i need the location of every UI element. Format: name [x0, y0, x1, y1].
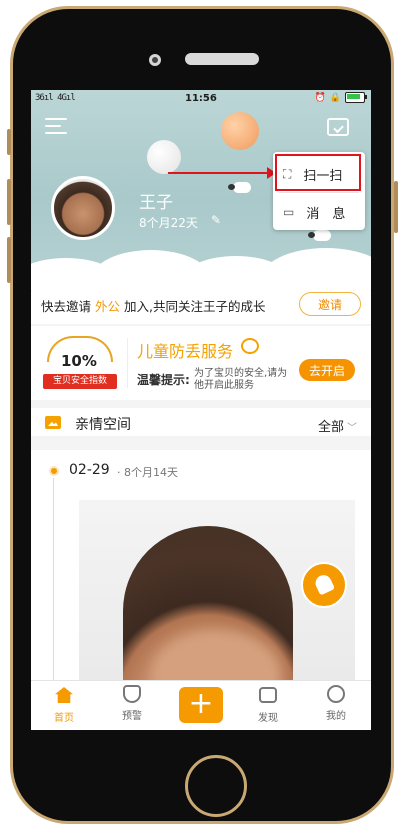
balloon-decoration [147, 140, 181, 174]
family-space-title: 亲情空间 [75, 417, 131, 433]
message-menu-item[interactable]: ▭ 消 息 [273, 194, 365, 230]
home-button[interactable] [185, 755, 247, 817]
sheep-decoration [228, 182, 251, 193]
status-bar: 36ıl 4Gıl 11:56 ⏰ 🔒 [31, 90, 371, 108]
invite-text-after: 加入,共同关注王子的成长 [120, 298, 266, 314]
invite-button[interactable]: 邀请 [299, 292, 361, 316]
filter-dropdown[interactable]: 全部 ﹀ [318, 416, 357, 435]
message-label: 消 息 [306, 206, 346, 222]
invite-text: 快去邀请 外公 加入,共同关注王子的成长 [41, 296, 265, 315]
status-icons: ⏰ 🔒 [314, 92, 367, 103]
safety-label: 宝贝安全指数 [43, 374, 117, 389]
earpiece-speaker [185, 53, 259, 65]
anti-lost-service-card: 10% 宝贝安全指数 儿童防丢服务 温馨提示: 为了宝贝的安全,请为他开启此服务… [31, 326, 371, 400]
chevron-down-icon: ﹀ [347, 423, 357, 434]
avatar[interactable] [51, 176, 115, 240]
volume-up-button [7, 179, 11, 225]
post-age: · 8个月14天 [117, 466, 178, 479]
service-title: 儿童防丢服务 [137, 342, 234, 361]
tip-label: 温馨提示: [137, 373, 190, 387]
divider [127, 338, 128, 388]
safety-percent: 10% [61, 352, 97, 370]
timeline-line [53, 478, 54, 688]
annotation-arrow [168, 167, 276, 179]
filter-label: 全部 [317, 420, 344, 435]
profile-icon [327, 685, 345, 703]
battery-icon [345, 92, 367, 103]
tab-alert-label: 预警 [122, 711, 142, 722]
message-bubble-icon: ▭ [283, 205, 295, 219]
bell-icon[interactable] [301, 562, 347, 608]
tab-me[interactable]: 我的 [309, 685, 363, 729]
family-space-header: 亲情空间 全部 ﹀ [31, 408, 371, 436]
tab-home[interactable]: 首页 [37, 685, 91, 729]
tab-home-label: 首页 [54, 713, 74, 724]
child-age: 8个月22天 [139, 216, 198, 230]
annotation-highlight-box [275, 154, 361, 191]
app-screen: 36ıl 4Gıl 11:56 ⏰ 🔒 王子 8个月22天 ✎ ⛶ 扫一扫 ▭ … [31, 90, 371, 730]
alert-icon [123, 685, 141, 703]
tip-text: 为了宝贝的安全,请为他开启此服务 [194, 368, 288, 391]
post-photo[interactable] [79, 500, 355, 680]
smile-icon [241, 338, 259, 354]
power-button [394, 181, 398, 233]
child-name: 王子 [139, 193, 173, 213]
message-icon[interactable] [327, 118, 349, 136]
balloon-decoration [221, 112, 259, 150]
tab-discover[interactable]: 发现 [241, 685, 295, 729]
alarm-icon: ⏰ [314, 92, 326, 103]
safety-index-badge: 10% 宝贝安全指数 [43, 336, 117, 394]
bottom-tab-bar: 首页 预警 + 发现 我的 [31, 680, 371, 730]
lock-icon: 🔒 [329, 92, 341, 103]
front-camera [149, 54, 161, 66]
timeline-post: 02-29 · 8个月14天 [31, 450, 371, 688]
signal-indicator: 36ıl 4Gıl [35, 93, 76, 103]
photo-album-icon [45, 416, 61, 429]
tab-discover-label: 发现 [258, 713, 278, 724]
enable-service-button[interactable]: 去开启 [299, 359, 355, 381]
invite-highlight: 外公 [94, 298, 120, 314]
popup-divider [279, 192, 359, 193]
cloud [261, 248, 371, 290]
status-time: 11:56 [185, 93, 217, 104]
invite-text-before: 快去邀请 [41, 298, 95, 314]
timeline-dot-icon [49, 466, 59, 476]
tab-alert[interactable]: 预警 [105, 685, 159, 729]
home-icon [55, 687, 73, 703]
menu-icon[interactable] [45, 118, 67, 136]
volume-down-button [7, 237, 11, 283]
hero-banner: 36ıl 4Gıl 11:56 ⏰ 🔒 王子 8个月22天 ✎ ⛶ 扫一扫 ▭ … [31, 90, 371, 290]
tab-me-label: 我的 [326, 711, 346, 722]
mute-switch [7, 129, 11, 155]
plus-icon[interactable]: + [179, 687, 223, 723]
invite-banner: 快去邀请 外公 加入,共同关注王子的成长 邀请 [31, 286, 371, 324]
post-date: 02-29 [69, 462, 110, 478]
edit-icon[interactable]: ✎ [211, 213, 221, 227]
discover-icon [259, 687, 277, 703]
sheep-decoration [308, 230, 331, 241]
